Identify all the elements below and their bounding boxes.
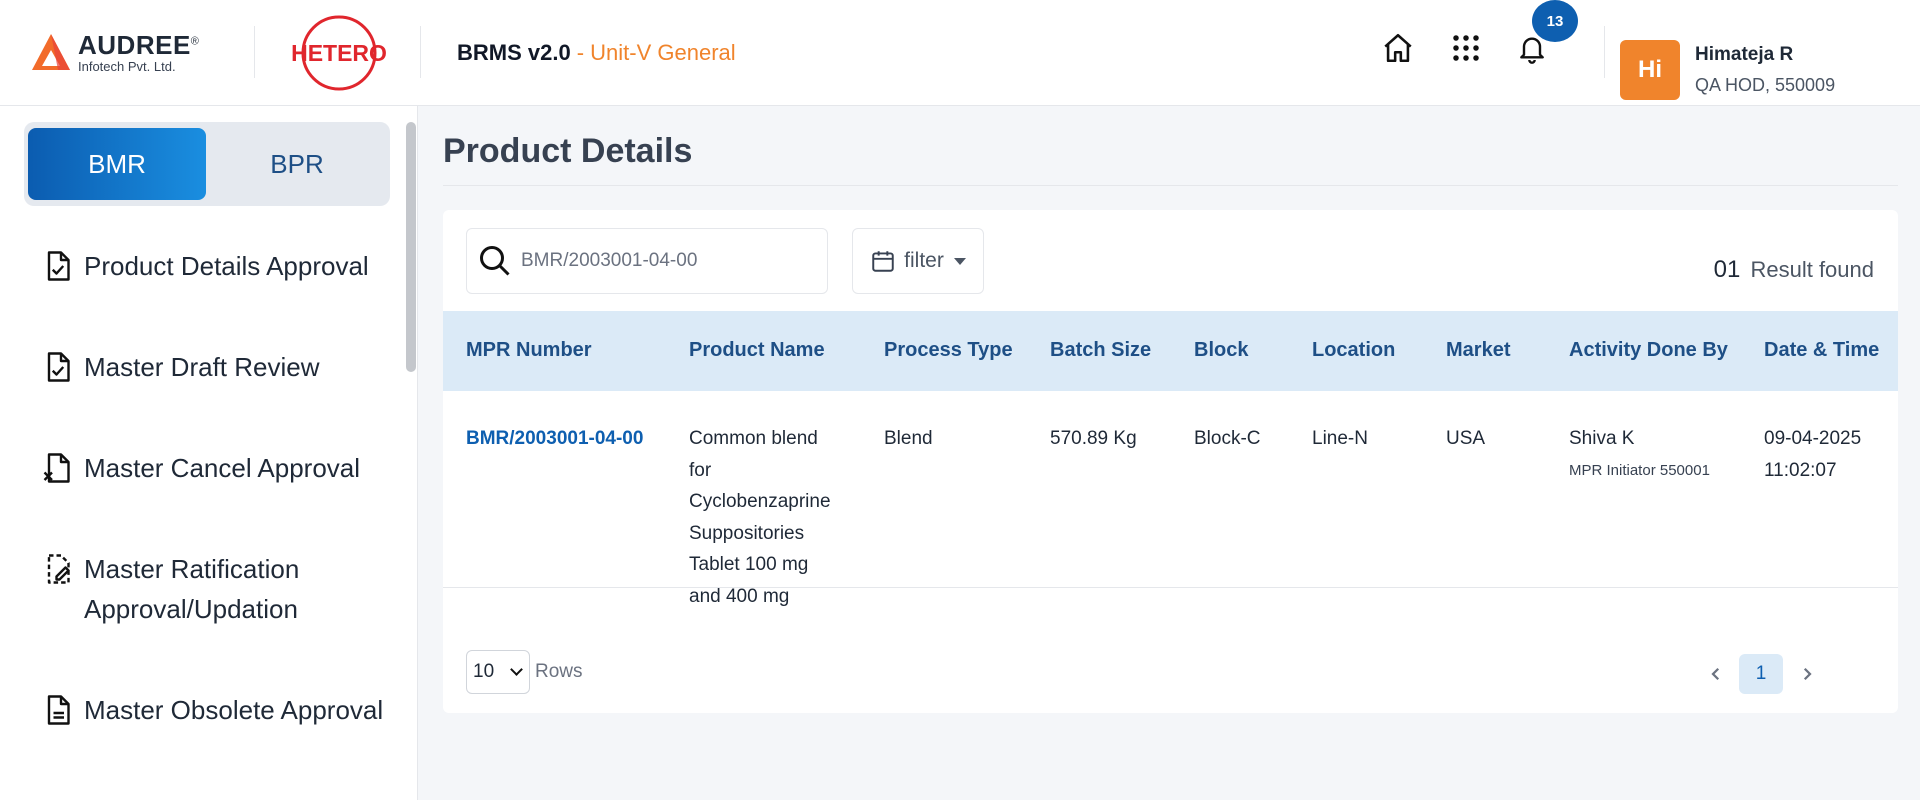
activity-by-role: MPR Initiator 550001 (1569, 461, 1710, 479)
product-name-line: Cyclobenzaprine (689, 491, 831, 512)
market-cell: USA (1446, 428, 1486, 449)
filter-button[interactable]: filter (852, 228, 984, 294)
search-icon (480, 246, 510, 276)
bmr-bpr-toggle: BMR BPR (24, 122, 390, 206)
sidebar-item-label: Master Ratification Approval/Updation (84, 554, 300, 624)
calendar-icon (872, 251, 894, 272)
search-input[interactable] (521, 250, 801, 272)
column-header[interactable]: Batch Size (1050, 339, 1151, 362)
rows-per-page-value: 10 (473, 661, 495, 682)
product-name-line: Common blend (689, 428, 818, 449)
search-box[interactable] (466, 228, 828, 294)
prev-page-button[interactable] (1704, 662, 1728, 686)
rows-per-page-select[interactable]: 10 (466, 650, 530, 694)
sidebar-item-label: Product Details Approval (84, 251, 369, 281)
batch-size-cell: 570.89 Kg (1050, 428, 1137, 449)
column-header[interactable]: Location (1312, 339, 1395, 362)
apps-grid-icon[interactable] (1448, 30, 1484, 66)
product-name-cell: Common blend for Cyclobenzaprine Supposi… (689, 423, 831, 612)
sidebar-item-label: Master Obsolete Approval (84, 695, 384, 725)
chevron-right-icon (1803, 667, 1812, 681)
file-check-icon (47, 251, 70, 281)
audree-triangle-icon (32, 34, 70, 70)
registered-mark: ® (190, 35, 200, 48)
sidebar-item-product-details-approval[interactable]: Product Details Approval (40, 246, 400, 286)
audree-brand-sub: Infotech Pvt. Ltd. (78, 59, 176, 74)
tab-bpr[interactable]: BPR (208, 128, 386, 200)
table-header: MPR Number Product Name Process Type Bat… (443, 311, 1898, 391)
column-header[interactable]: Date & Time (1764, 339, 1879, 362)
header-divider (254, 26, 255, 78)
top-header: AUDREE® Infotech Pvt. Ltd. HETERO BRMS v… (0, 0, 1920, 106)
filter-label: filter (904, 249, 944, 272)
audree-brand-name: AUDREE (78, 30, 191, 60)
sidebar-item-master-obsolete-approval[interactable]: Master Obsolete Approval (40, 690, 400, 730)
app-title: BRMS v2.0- Unit-V General (457, 40, 736, 66)
unit-name: - Unit-V General (576, 40, 736, 65)
column-header[interactable]: Activity Done By (1569, 339, 1728, 362)
sidebar-item-master-cancel-approval[interactable]: Master Cancel Approval (40, 448, 400, 488)
block-cell: Block-C (1194, 428, 1261, 449)
location-cell: Line-N (1312, 428, 1368, 449)
page-number-button[interactable]: 1 (1739, 654, 1783, 694)
header-divider (420, 26, 421, 78)
sidebar-item-label: Master Draft Review (84, 352, 320, 382)
header-divider (1604, 26, 1605, 78)
column-header[interactable]: MPR Number (466, 339, 592, 362)
file-check-icon (47, 352, 70, 382)
home-icon[interactable] (1380, 30, 1416, 66)
product-name-line: Tablet 100 mg (689, 554, 809, 575)
result-summary: 01 Result found (1714, 256, 1874, 284)
file-lines-icon (47, 695, 70, 725)
sidebar-item-master-draft-review[interactable]: Master Draft Review (40, 347, 400, 387)
column-header[interactable]: Block (1194, 339, 1248, 362)
rows-label: Rows (535, 661, 583, 682)
product-name-line: Suppositories (689, 522, 805, 544)
title-divider (443, 185, 1898, 186)
activity-date: 09-04-2025 (1764, 428, 1862, 449)
chevron-left-icon (1711, 667, 1720, 681)
product-details-card: filter 01 Result found MPR Number Produc… (443, 210, 1898, 713)
hetero-brand-name: HETERO (291, 40, 387, 66)
process-type-cell: Blend (884, 428, 933, 449)
file-edit-icon (47, 554, 70, 584)
column-header[interactable]: Product Name (689, 339, 825, 362)
next-page-button[interactable] (1795, 662, 1819, 686)
app-name: BRMS v2.0 (457, 40, 571, 65)
mpr-number-link[interactable]: BMR/2003001-04-00 (466, 423, 643, 455)
user-name: Himateja R (1695, 44, 1794, 65)
sidebar-item-label: Master Cancel Approval (84, 453, 361, 483)
result-label: Result found (1750, 257, 1874, 282)
hetero-logo: HETERO (291, 15, 387, 91)
chevron-down-icon (510, 663, 523, 676)
page-title: Product Details (443, 132, 693, 170)
tab-bmr[interactable]: BMR (28, 128, 206, 200)
table-row: BMR/2003001-04-00 Common blend for Cyclo… (443, 391, 1898, 607)
caret-down-icon (953, 257, 966, 265)
notification-badge[interactable]: 13 (1532, 0, 1578, 42)
activity-time: 11:02:07 (1764, 459, 1837, 481)
sidebar-item-master-ratification[interactable]: Master Ratification Approval/Updation (40, 549, 400, 629)
audree-logo: AUDREE® Infotech Pvt. Ltd. (30, 30, 199, 74)
file-x-icon (43, 453, 70, 483)
avatar[interactable]: Hi (1620, 40, 1680, 100)
product-name-line: for (689, 459, 712, 481)
result-count: 01 (1713, 256, 1741, 283)
date-time-cell: 09-04-2025 11:02:07 (1764, 423, 1861, 486)
sidebar: BMR BPR Product Details Approval Master … (0, 106, 418, 800)
column-header[interactable]: Market (1446, 339, 1510, 362)
column-header[interactable]: Process Type (884, 339, 1013, 362)
activity-by-name: Shiva K (1569, 428, 1635, 449)
product-name-line: and 400 mg (689, 585, 790, 607)
activity-by-cell: Shiva K MPR Initiator 550001 (1569, 423, 1710, 486)
sidebar-scrollbar[interactable] (406, 122, 416, 372)
user-role: QA HOD, 550009 (1695, 75, 1836, 95)
